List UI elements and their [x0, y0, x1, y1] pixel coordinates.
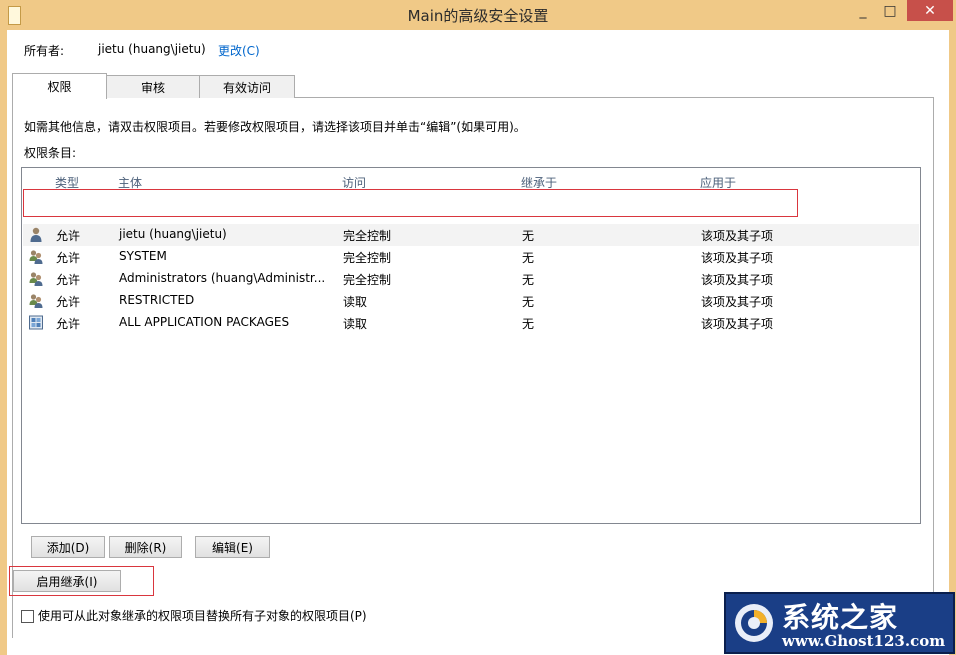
- window-title: Main的高级安全设置: [407, 7, 549, 25]
- row-inherited-from: 无: [522, 251, 535, 265]
- column-header-access[interactable]: 访问: [342, 174, 366, 190]
- row-inherited-from: 无: [522, 317, 535, 331]
- add-button[interactable]: 添加(D): [31, 536, 105, 558]
- maximize-button[interactable]: □: [878, 0, 902, 21]
- row-type: 允许: [56, 229, 81, 243]
- row-applies-to: 该项及其子项: [701, 273, 774, 287]
- app-packages-icon: [29, 315, 43, 330]
- table-row[interactable]: 允许 SYSTEM 完全控制 无 该项及其子项: [23, 246, 919, 268]
- edit-button[interactable]: 编辑(E): [195, 536, 270, 558]
- row-principal: ALL APPLICATION PACKAGES: [119, 315, 290, 329]
- table-row[interactable]: 允许 RESTRICTED 读取 无 该项及其子项: [23, 290, 919, 312]
- column-header-type[interactable]: 类型: [55, 174, 79, 190]
- tab-effective-access[interactable]: 有效访问: [199, 75, 295, 98]
- permission-entries-label: 权限条目:: [24, 146, 77, 160]
- row-access: 完全控制: [343, 251, 392, 265]
- row-type: 允许: [56, 273, 81, 287]
- row-principal: RESTRICTED: [119, 293, 195, 307]
- tab-auditing[interactable]: 审核: [106, 75, 200, 98]
- column-header-inherited-from[interactable]: 继承于: [521, 174, 557, 190]
- tab-permissions[interactable]: 权限: [12, 73, 107, 99]
- table-row[interactable]: 允许 ALL APPLICATION PACKAGES 读取 无 该项及其子项: [23, 312, 919, 334]
- watermark-emblem-icon: [735, 604, 773, 642]
- row-access: 完全控制: [343, 273, 392, 287]
- watermark-logo: 系统之家 www.Ghost123.com: [724, 592, 955, 654]
- row-principal: SYSTEM: [119, 249, 167, 263]
- row-access: 读取: [343, 317, 368, 331]
- column-header-applies-to[interactable]: 应用于: [700, 174, 736, 190]
- info-text: 如需其他信息，请双击权限项目。若要修改权限项目，请选择该项目并单击“编辑”(如果…: [24, 120, 526, 134]
- row-applies-to: 该项及其子项: [701, 317, 774, 331]
- group-icon: [29, 272, 43, 286]
- close-button[interactable]: ✕: [907, 0, 953, 21]
- remove-button[interactable]: 删除(R): [109, 536, 182, 558]
- owner-value: jietu (huang\jietu): [98, 42, 206, 56]
- row-principal: Administrators (huang\Administr...: [119, 271, 326, 285]
- table-row[interactable]: 允许 jietu (huang\jietu) 完全控制 无 该项及其子项: [23, 224, 919, 246]
- column-header-principal[interactable]: 主体: [118, 174, 142, 190]
- table-row[interactable]: 允许 Administrators (huang\Administr... 完全…: [23, 268, 919, 290]
- watermark-url: www.Ghost123.com: [782, 632, 946, 650]
- owner-label: 所有者:: [24, 44, 65, 58]
- row-applies-to: 该项及其子项: [701, 229, 774, 243]
- watermark-title: 系统之家: [782, 601, 899, 634]
- row-applies-to: 该项及其子项: [701, 251, 774, 265]
- replace-child-permissions-label: 使用可从此对象继承的权限项目替换所有子对象的权限项目(P): [38, 609, 367, 623]
- group-icon: [29, 250, 43, 264]
- row-inherited-from: 无: [522, 273, 535, 287]
- row-inherited-from: 无: [522, 229, 535, 243]
- user-icon: [30, 227, 42, 242]
- minimize-button[interactable]: _: [851, 0, 875, 21]
- row-applies-to: 该项及其子项: [701, 295, 774, 309]
- group-icon: [29, 294, 43, 308]
- permission-entries-list[interactable]: 类型 主体 访问 继承于 应用于 允许 jietu (huang\jietu) …: [21, 167, 921, 524]
- row-type: 允许: [56, 251, 81, 265]
- row-type: 允许: [56, 317, 81, 331]
- title-bar[interactable]: Main的高级安全设置 _ □ ✕: [0, 0, 956, 30]
- change-owner-link[interactable]: 更改(C): [218, 42, 260, 59]
- row-inherited-from: 无: [522, 295, 535, 309]
- row-access: 读取: [343, 295, 368, 309]
- enable-inheritance-button[interactable]: 启用继承(I): [13, 570, 121, 592]
- row-access: 完全控制: [343, 229, 392, 243]
- row-principal: jietu (huang\jietu): [119, 227, 227, 241]
- replace-child-permissions-checkbox[interactable]: [21, 610, 34, 623]
- row-type: 允许: [56, 295, 81, 309]
